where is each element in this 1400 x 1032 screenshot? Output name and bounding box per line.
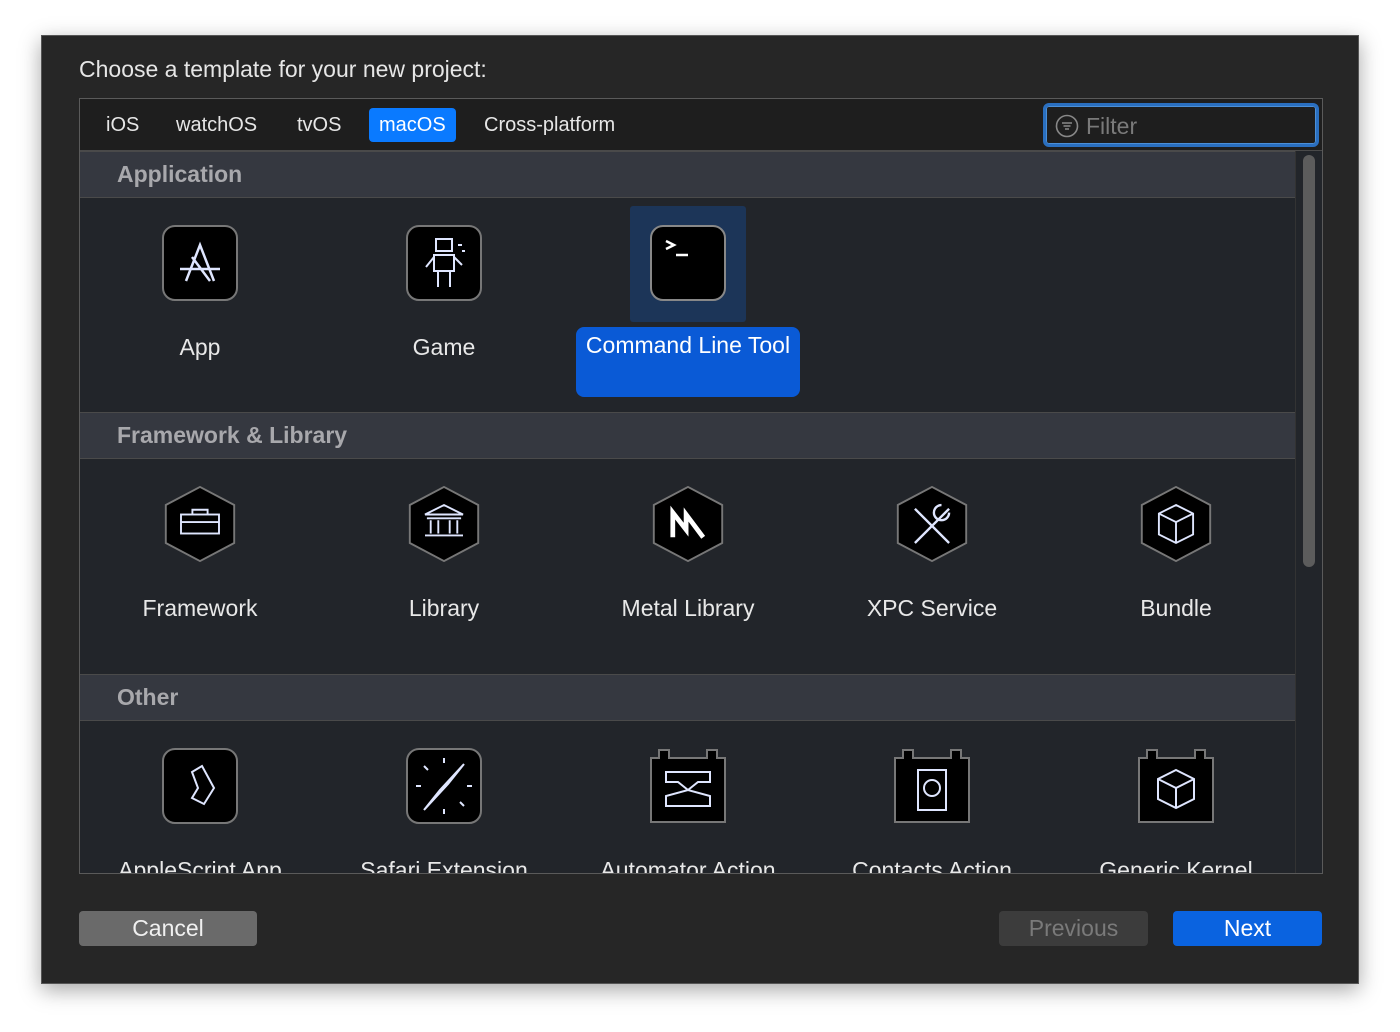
contacts-icon: [894, 749, 970, 823]
section-title: Other: [117, 684, 179, 710]
toolbox-icon: [164, 486, 236, 562]
template-label: Contacts Action: [852, 857, 1012, 874]
template-label: Metal Library: [621, 595, 755, 621]
metal-icon: [652, 486, 724, 562]
previous-button[interactable]: Previous: [999, 911, 1148, 946]
template-label: Automator Action: [600, 857, 776, 874]
automator-icon: [650, 749, 726, 823]
section-header-framework-library: Framework & Library: [80, 412, 1295, 459]
tab-tvos[interactable]: tvOS: [287, 108, 351, 142]
section-header-application: Application: [80, 151, 1295, 198]
tab-cross-platform[interactable]: Cross-platform: [474, 108, 625, 142]
section-title: Application: [117, 161, 243, 187]
template-label: Framework: [142, 595, 258, 621]
vertical-scrollbar[interactable]: [1295, 151, 1322, 873]
template-label: Generic Kernel: [1099, 857, 1253, 874]
tab-macos[interactable]: macOS: [369, 108, 456, 142]
new-project-dialog: Choose a template for your new project: …: [41, 35, 1359, 984]
terminal-icon: [650, 225, 726, 301]
template-label: App: [179, 334, 221, 360]
filter-input[interactable]: Filter: [1043, 103, 1319, 147]
tab-ios[interactable]: iOS: [96, 108, 149, 142]
library-building-icon: [408, 486, 480, 562]
applescript-icon: [162, 748, 238, 824]
template-label: Game: [412, 334, 476, 360]
template-panel: iOS watchOS tvOS macOS Cross-platform Fi…: [79, 98, 1323, 874]
section-header-other: Other: [80, 674, 1295, 721]
template-label: Safari Extension: [360, 857, 528, 874]
filter-placeholder: Filter: [1086, 113, 1138, 139]
filter-icon: [1055, 114, 1079, 138]
dialog-title: Choose a template for your new project:: [79, 56, 487, 82]
tools-icon: [896, 486, 968, 562]
compass-icon: [406, 748, 482, 824]
tab-watchos[interactable]: watchOS: [166, 108, 267, 142]
next-button[interactable]: Next: [1173, 911, 1322, 946]
template-label: Library: [408, 595, 480, 621]
section-title: Framework & Library: [117, 422, 348, 448]
template-label: XPC Service: [866, 595, 998, 621]
game-robot-icon: [406, 225, 482, 301]
template-label: Bundle: [1140, 595, 1212, 621]
kernel-cube-icon: [1138, 749, 1214, 823]
cancel-button[interactable]: Cancel: [79, 911, 257, 946]
cube-icon: [1140, 486, 1212, 562]
scrollbar-thumb[interactable]: [1303, 155, 1315, 567]
template-label: AppleScript App: [118, 857, 282, 874]
platform-tabs: iOS watchOS tvOS macOS Cross-platform Fi…: [80, 99, 1322, 151]
app-store-icon: [162, 225, 238, 301]
template-label: Command Line Tool: [576, 327, 800, 397]
